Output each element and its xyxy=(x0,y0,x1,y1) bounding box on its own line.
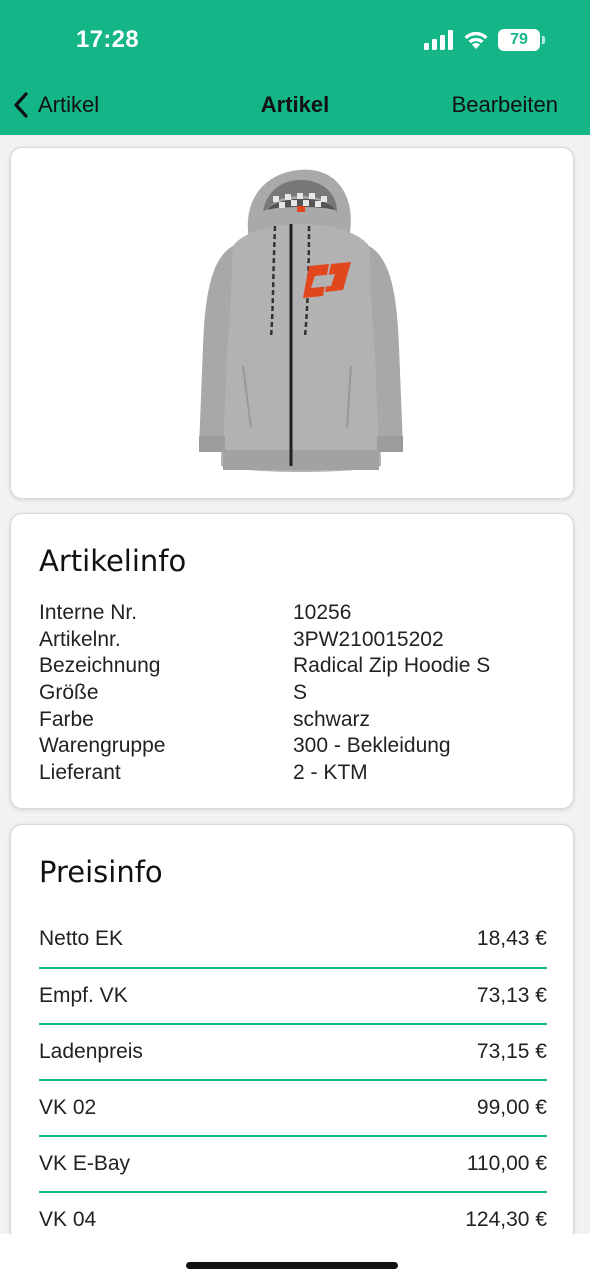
artikelinfo-rows: Interne Nr. 10256 Artikelnr. 3PW21001520… xyxy=(39,600,559,786)
signal-icon xyxy=(424,30,453,50)
info-label: Größe xyxy=(39,681,99,705)
info-value: schwarz xyxy=(293,707,371,731)
edit-button[interactable]: Bearbeiten xyxy=(452,92,558,118)
product-image-card xyxy=(10,147,574,499)
battery-level: 79 xyxy=(510,31,528,48)
preisinfo-title: Preisinfo xyxy=(39,855,163,889)
info-label: Warengruppe xyxy=(39,734,166,758)
info-row: Artikelnr. 3PW210015202 xyxy=(39,627,559,654)
price-label: Ladenpreis xyxy=(39,1040,143,1063)
info-value: 10256 xyxy=(293,601,352,625)
product-image[interactable] xyxy=(181,166,421,486)
info-row: Lieferant 2 - KTM xyxy=(39,760,559,787)
info-label: Interne Nr. xyxy=(39,601,138,625)
app-header: 17:28 79 Artikel Artikel Bearbeiten xyxy=(0,0,590,135)
info-label: Farbe xyxy=(39,707,94,731)
navigation-bar: Artikel Artikel Bearbeiten xyxy=(0,80,590,130)
artikelinfo-card: Artikelinfo Interne Nr. 10256 Artikelnr.… xyxy=(10,513,574,809)
status-bar: 17:28 79 xyxy=(0,0,590,80)
info-value: 300 - Bekleidung xyxy=(293,734,451,758)
price-row[interactable]: Netto EK 18,43 € xyxy=(39,911,547,967)
info-row: Größe S xyxy=(39,680,559,707)
price-row[interactable]: Ladenpreis 73,15 € xyxy=(39,1023,547,1079)
status-time: 17:28 xyxy=(76,26,139,53)
price-row[interactable]: VK 02 99,00 € xyxy=(39,1079,547,1135)
price-value: 124,30 € xyxy=(465,1208,547,1231)
price-value: 73,13 € xyxy=(476,984,547,1007)
info-row: Farbe schwarz xyxy=(39,706,559,733)
info-value: S xyxy=(293,681,308,705)
price-label: Netto EK xyxy=(39,927,124,950)
wifi-icon xyxy=(464,31,488,49)
info-value: Radical Zip Hoodie S xyxy=(293,654,491,678)
price-label: Empf. VK xyxy=(39,984,128,1007)
home-indicator[interactable] xyxy=(186,1262,398,1269)
price-value: 110,00 € xyxy=(466,1152,547,1175)
home-indicator-area xyxy=(0,1234,590,1280)
price-row[interactable]: VK E-Bay 110,00 € xyxy=(39,1135,547,1191)
preisinfo-card: Preisinfo Netto EK 18,43 € Empf. VK 73,1… xyxy=(10,824,574,1244)
info-value: 2 - KTM xyxy=(293,760,368,784)
info-value: 3PW210015202 xyxy=(293,627,444,651)
price-value: 99,00 € xyxy=(476,1096,547,1119)
info-label: Lieferant xyxy=(39,760,121,784)
battery-icon: 79 xyxy=(498,29,545,51)
price-label: VK 02 xyxy=(39,1096,97,1119)
price-label: VK E-Bay xyxy=(39,1152,131,1175)
info-label: Artikelnr. xyxy=(39,627,121,651)
info-label: Bezeichnung xyxy=(39,654,161,678)
info-row: Bezeichnung Radical Zip Hoodie S xyxy=(39,653,559,680)
status-icons: 79 xyxy=(424,28,545,52)
price-row[interactable]: Empf. VK 73,13 € xyxy=(39,967,547,1023)
price-label: VK 04 xyxy=(39,1208,97,1231)
article-detail-screen: 17:28 79 Artikel Artikel Bearbeiten Arti… xyxy=(0,0,590,1280)
preisinfo-rows: Netto EK 18,43 € Empf. VK 73,13 € Ladenp… xyxy=(39,911,547,1243)
artikelinfo-title: Artikelinfo xyxy=(39,544,187,578)
price-value: 73,15 € xyxy=(476,1040,547,1063)
price-value: 18,43 € xyxy=(476,927,547,950)
info-row: Interne Nr. 10256 xyxy=(39,600,559,627)
info-row: Warengruppe 300 - Bekleidung xyxy=(39,733,559,760)
